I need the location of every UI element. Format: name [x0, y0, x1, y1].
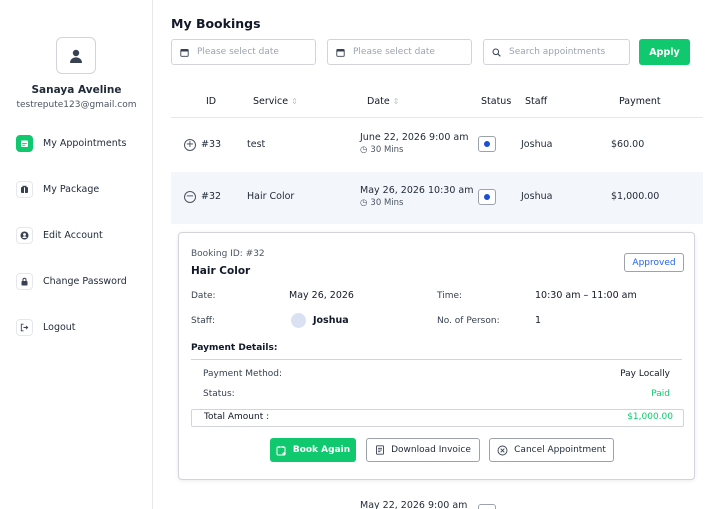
page-title: My Bookings: [171, 16, 261, 31]
status-indicator: [478, 189, 496, 205]
account-icon: [16, 226, 33, 244]
booking-detail-card: Booking ID: #32 Hair Color Approved Date…: [178, 232, 695, 480]
sidebar-item-my-appointments[interactable]: My Appointments: [16, 133, 126, 153]
date-from-placeholder: Please select date: [197, 47, 279, 57]
table-row[interactable]: + #33 test June 22, 2026 9:00 am ◷ 30 Min…: [171, 118, 703, 170]
logout-icon: [16, 318, 33, 336]
sidebar-item-label: Logout: [43, 321, 76, 333]
cancel-circle-icon: [497, 445, 508, 455]
table-row-expanded[interactable]: − #32 Hair Color May 26, 2026 10:30 am ◷…: [171, 172, 703, 224]
clock-icon: ◷: [360, 145, 368, 155]
booking-date: May 26, 2026 10:30 am ◷ 30 Mins: [360, 185, 474, 208]
sidebar-item-edit-account[interactable]: Edit Account: [16, 225, 103, 245]
persons-label: No. of Person:: [437, 316, 500, 326]
sort-icon: ⇕: [392, 97, 400, 106]
persons-value: 1: [535, 315, 542, 326]
search-icon: [492, 48, 501, 57]
payment-method-label: Payment Method:: [203, 369, 283, 379]
sidebar-item-logout[interactable]: Logout: [16, 317, 76, 337]
time-value: 10:30 am – 11:00 am: [535, 290, 637, 301]
sidebar-item-label: My Package: [43, 183, 100, 195]
calendar-icon: [180, 48, 189, 57]
user-icon: [70, 49, 82, 63]
sidebar-item-label: My Appointments: [43, 137, 127, 149]
user-email: testrepute123@gmail.com: [16, 100, 137, 110]
date-label: Date:: [191, 291, 216, 301]
status-indicator: [478, 136, 496, 152]
column-header-staff: Staff: [525, 96, 548, 107]
staff-name: Joshua: [521, 191, 553, 202]
payment-status-label: Status:: [203, 389, 235, 399]
clock-icon: ◷: [360, 198, 368, 208]
booking-id: #33: [201, 139, 222, 150]
sidebar-item-label: Change Password: [43, 275, 127, 287]
date-value: May 26, 2026: [289, 290, 354, 301]
staff-label: Staff:: [191, 316, 215, 326]
sort-icon: ⇕: [291, 97, 298, 106]
search-input[interactable]: Search appointments: [483, 39, 630, 65]
booking-id-label: Booking ID: #32: [191, 249, 265, 259]
detail-service-name: Hair Color: [191, 265, 251, 277]
divider: [191, 359, 682, 360]
column-header-date[interactable]: Date ⇕: [367, 96, 399, 107]
total-amount-value: $1,000.00: [627, 412, 673, 422]
user-name: Sanaya Aveline: [31, 84, 122, 96]
booking-date: June 22, 2026 9:00 am ◷ 30 Mins: [360, 132, 469, 155]
partial-row-date: May 22, 2026 9:00 am: [360, 500, 468, 509]
staff-avatar: [291, 313, 306, 328]
payment-details-title: Payment Details:: [191, 343, 278, 353]
date-from-input[interactable]: Please select date: [171, 39, 316, 65]
column-header-status: Status: [481, 96, 512, 107]
search-placeholder: Search appointments: [509, 47, 606, 57]
table-header: ID Service ⇕ Date ⇕ Status Staff Payment: [171, 88, 703, 118]
package-icon: [16, 180, 33, 198]
time-label: Time:: [437, 291, 463, 301]
service-name: test: [247, 139, 266, 150]
staff-name: Joshua: [521, 139, 553, 150]
column-header-payment: Payment: [619, 96, 661, 107]
calendar-icon: [16, 134, 33, 152]
date-to-placeholder: Please select date: [353, 47, 435, 57]
invoice-icon: [376, 445, 385, 455]
collapse-minus-icon[interactable]: −: [184, 191, 196, 203]
user-avatar[interactable]: [56, 37, 96, 74]
apply-button[interactable]: Apply: [639, 39, 690, 65]
sidebar-item-my-package[interactable]: My Package: [16, 179, 99, 199]
download-invoice-button[interactable]: Download Invoice: [366, 438, 480, 462]
book-again-button[interactable]: Book Again: [270, 438, 356, 462]
date-to-input[interactable]: Please select date: [327, 39, 472, 65]
calendar-icon: [336, 48, 345, 57]
payment-amount: $1,000.00: [611, 191, 660, 202]
expand-plus-icon[interactable]: +: [184, 139, 196, 151]
booking-id: #32: [201, 191, 222, 202]
lock-icon: [16, 272, 33, 290]
total-amount-box: Total Amount : $1,000.00: [191, 409, 684, 427]
status-indicator: [478, 504, 496, 509]
column-header-service[interactable]: Service ⇕: [253, 96, 298, 107]
sidebar-item-change-password[interactable]: Change Password: [16, 271, 127, 291]
cancel-appointment-button[interactable]: Cancel Appointment: [489, 438, 614, 462]
column-header-id: ID: [206, 96, 217, 107]
service-name: Hair Color: [247, 191, 295, 202]
staff-value: Joshua: [313, 315, 349, 326]
status-badge: Approved: [624, 253, 684, 272]
payment-status-value: Paid: [651, 389, 670, 399]
sidebar-item-label: Edit Account: [43, 229, 103, 241]
sidebar: Sanaya Aveline testrepute123@gmail.com M…: [0, 0, 153, 509]
payment-method-value: Pay Locally: [620, 369, 670, 379]
payment-amount: $60.00: [611, 139, 645, 150]
total-amount-label: Total Amount :: [204, 412, 270, 422]
calendar-plus-icon: [276, 445, 286, 456]
